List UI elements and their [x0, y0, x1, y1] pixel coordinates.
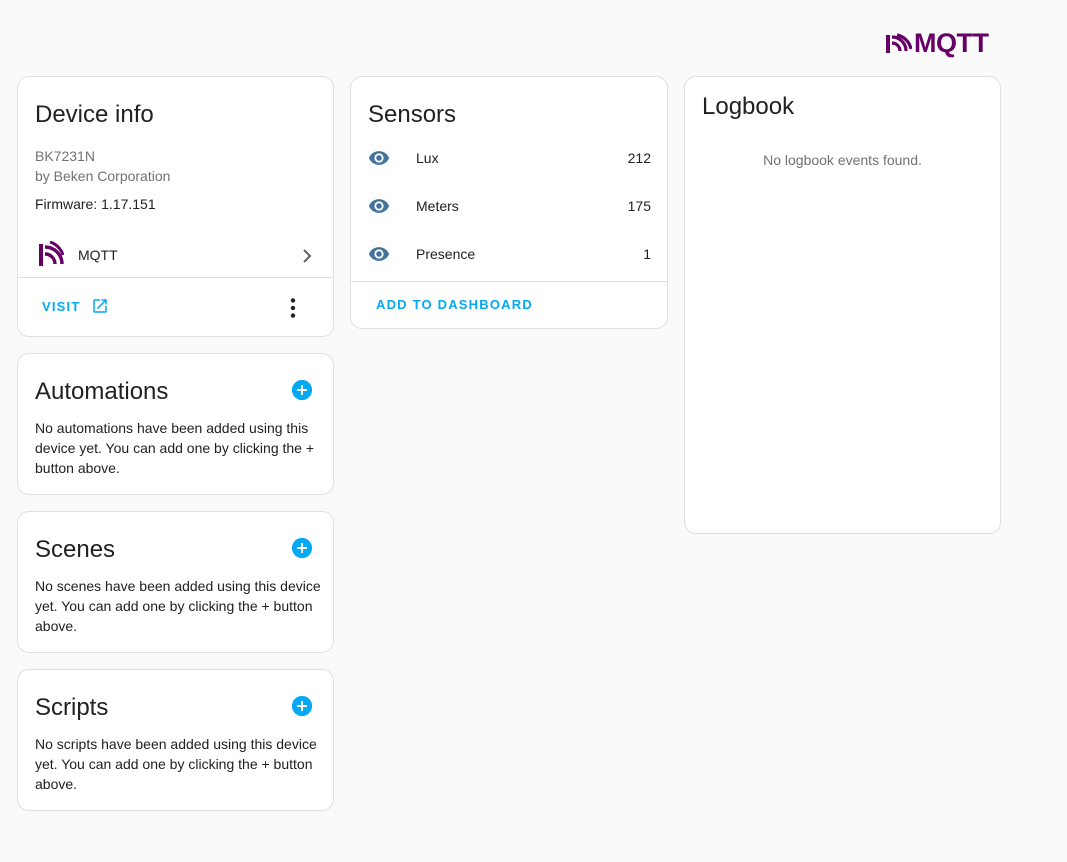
scripts-description: No scripts have been added using this de… [35, 736, 317, 792]
add-script-button[interactable] [291, 695, 313, 717]
mqtt-logo-icon [886, 32, 912, 53]
scenes-description: No scenes have been added using this dev… [35, 578, 321, 634]
sensors-title: Sensors [368, 101, 457, 128]
add-to-dashboard-button[interactable]: ADD TO DASHBOARD [376, 297, 533, 312]
sensors-card: Sensors Lux 212 Meters 175 Presence 1 AD… [350, 76, 668, 329]
device-info-card: Device info BK7231N by Beken Corporation… [17, 76, 334, 337]
automations-card: Automations No automations have been add… [17, 353, 334, 495]
visit-label: VISIT [42, 298, 81, 314]
eye-icon [368, 247, 390, 261]
sensor-row-lux[interactable]: Lux 212 [351, 138, 667, 178]
add-scene-button[interactable] [291, 537, 313, 559]
brand-name: MQTT [914, 28, 989, 58]
scripts-title: Scripts [35, 694, 109, 721]
integration-label: MQTT [78, 247, 118, 263]
integration-row-mqtt[interactable]: MQTT [18, 235, 333, 277]
logbook-title: Logbook [702, 93, 795, 120]
mqtt-logo-icon [39, 241, 64, 266]
scenes-title: Scenes [35, 536, 116, 563]
add-automation-button[interactable] [291, 379, 313, 401]
device-page: MQTT Device info BK7231N by Beken Corpor… [0, 0, 1067, 862]
sensor-value: 212 [627, 150, 651, 166]
logbook-card: Logbook No logbook events found. [684, 76, 1001, 534]
device-model: BK7231N [35, 148, 95, 164]
device-info-title: Device info [35, 101, 154, 128]
scripts-card: Scripts No scripts have been added using… [17, 669, 334, 811]
card-divider [18, 277, 333, 278]
automations-title: Automations [35, 378, 169, 405]
chevron-right-icon [303, 249, 312, 263]
sensor-value: 1 [643, 246, 651, 262]
device-manufacturer: by Beken Corporation [35, 168, 171, 184]
sensor-value: 175 [627, 198, 651, 214]
mqtt-brand-logo: MQTT [886, 28, 989, 59]
dots-vertical-icon[interactable] [280, 295, 306, 321]
open-in-new-icon [92, 299, 107, 313]
eye-icon [368, 151, 390, 165]
card-divider [351, 281, 667, 282]
scenes-card: Scenes No scenes have been added using t… [17, 511, 334, 653]
sensor-row-presence[interactable]: Presence 1 [351, 234, 667, 274]
logbook-empty-message: No logbook events found. [763, 152, 922, 168]
automations-description: No automations have been added using thi… [35, 420, 315, 476]
sensor-name: Meters [416, 198, 459, 214]
visit-button[interactable]: VISIT [42, 297, 109, 315]
sensor-name: Presence [416, 246, 476, 262]
sensor-name: Lux [416, 150, 439, 166]
device-firmware: Firmware: 1.17.151 [35, 196, 156, 212]
eye-icon [368, 199, 390, 213]
sensor-row-meters[interactable]: Meters 175 [351, 186, 667, 226]
